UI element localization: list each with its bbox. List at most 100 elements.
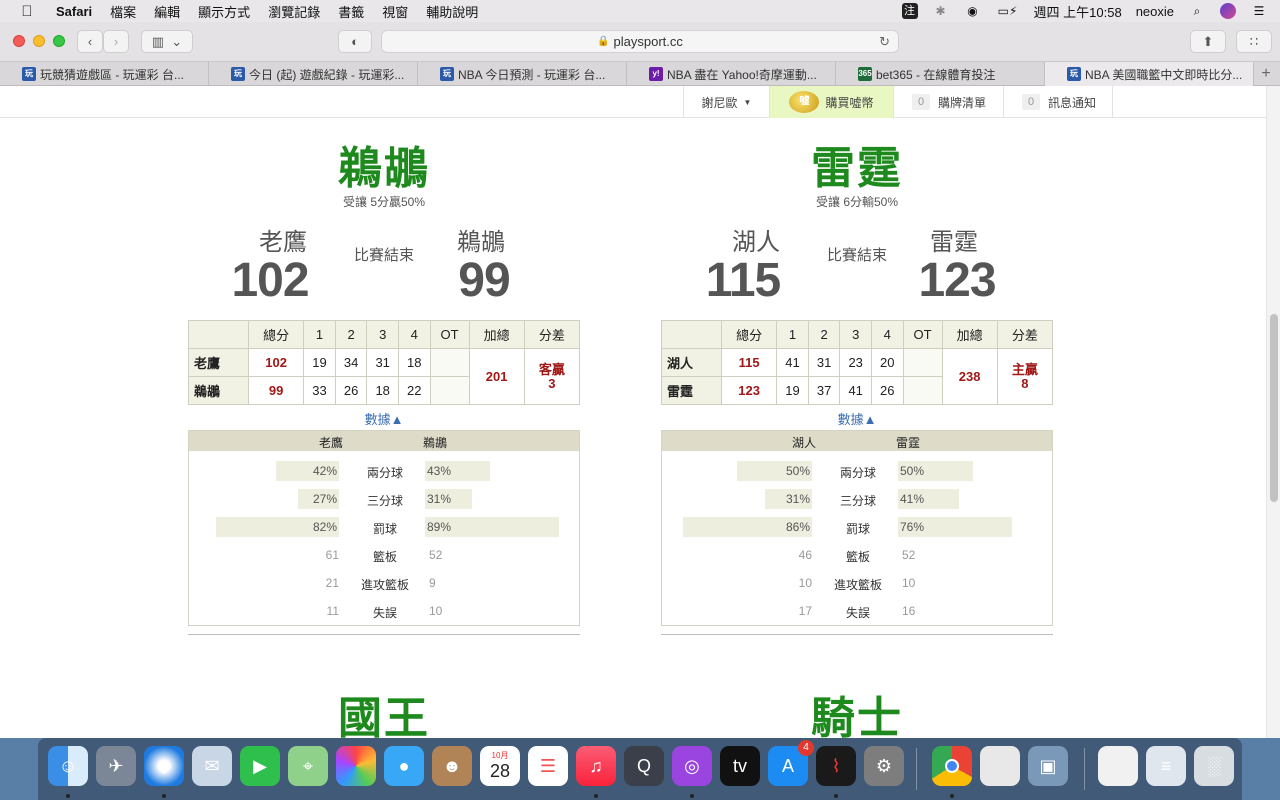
bluetooth-icon[interactable]: ✱ (932, 4, 950, 18)
spotlight-search-icon[interactable]: ⌕ (1188, 4, 1206, 18)
browser-tab[interactable]: 玩 NBA 美國職籃中文即時比分... (1045, 62, 1254, 86)
document-icon[interactable] (980, 746, 1020, 786)
table-corner (661, 320, 722, 349)
minimize-window-button[interactable] (33, 35, 45, 47)
notice-label: 訊息通知 (1048, 95, 1097, 110)
close-window-button[interactable] (13, 35, 25, 47)
battery-icon[interactable]: ▭⚡ (996, 4, 1020, 18)
menu-app-name[interactable]: Safari (56, 4, 92, 19)
menu-help[interactable]: 輔助說明 (426, 2, 478, 21)
safari-icon[interactable]: ◈ (144, 746, 184, 786)
finder-window-icon[interactable]: ≡ (1146, 746, 1186, 786)
voicememos-icon[interactable]: ⌇ (816, 746, 856, 786)
tab-overview-button[interactable]: ∷ (1236, 30, 1272, 53)
home-score: 99 (458, 254, 510, 307)
calendar-icon[interactable]: 10月 28 (480, 746, 520, 786)
menu-window[interactable]: 視窗 (382, 2, 408, 21)
quarter-score: 19 (776, 376, 809, 405)
forward-button[interactable]: › (103, 30, 129, 53)
away-stat-value: 27% (298, 489, 339, 509)
home-stat-value: 43% (425, 461, 490, 481)
menubar-user[interactable]: neoxie (1136, 4, 1174, 19)
siri-icon[interactable] (1220, 3, 1236, 19)
table-row: 老鷹 102 19 34 31 18 201 客贏 3 (188, 348, 581, 405)
away-stat-value: 61 (325, 548, 339, 562)
system-preferences-icon[interactable]: ⚙ (864, 746, 904, 786)
podcasts-icon[interactable]: ◎ (672, 746, 712, 786)
scrollbar-thumb[interactable] (1270, 314, 1278, 502)
user-name: 謝尼歐 (701, 95, 738, 110)
away-stat-value: 82% (216, 517, 339, 537)
finder-icon[interactable]: ☺ (48, 746, 88, 786)
notification-link[interactable]: 0 訊息通知 (1003, 86, 1113, 118)
user-menu[interactable]: 謝尼歐 ▼ (683, 86, 769, 118)
browser-tab[interactable]: 玩今日 (起) 遊戲紀錄 - 玩運彩... (209, 62, 418, 86)
menu-history[interactable]: 瀏覽記錄 (268, 2, 320, 21)
browser-tab[interactable]: 玩 NBA 今日預測 - 玩運彩 台... (418, 62, 627, 86)
address-bar[interactable]: 🔒 playsport.cc ↻ (381, 30, 899, 53)
running-indicator (950, 794, 954, 798)
reload-icon[interactable]: ↻ (879, 34, 890, 50)
file-icon[interactable] (1098, 746, 1138, 786)
trash-icon[interactable]: ░ (1194, 746, 1234, 786)
new-tab-button[interactable]: + (1254, 62, 1278, 86)
facetime-icon[interactable]: ▶ (240, 746, 280, 786)
launchpad-icon[interactable]: ✈ (96, 746, 136, 786)
back-button[interactable]: ‹ (77, 30, 103, 53)
table-header: 3 (839, 320, 872, 349)
browser-tab[interactable]: y! NBA 盡在 Yahoo!奇摩運動... (627, 62, 836, 86)
chrome-icon[interactable] (932, 746, 972, 786)
table-header: 1 (303, 320, 336, 349)
away-stat-value: 50% (737, 461, 812, 481)
sidebar-button[interactable]: ▥ ⌄ (141, 30, 193, 53)
next-game-title: 國王 (338, 694, 430, 738)
row-total: 123 (720, 376, 778, 405)
game-subtitle: 受讓 5分贏50% (342, 195, 426, 209)
menu-file[interactable]: 檔案 (110, 2, 136, 21)
notification-center-icon[interactable]: ☰ (1250, 4, 1268, 18)
page-scrollbar[interactable] (1266, 86, 1280, 738)
photos-icon[interactable] (336, 746, 376, 786)
menu-edit[interactable]: 編輯 (154, 2, 180, 21)
window-controls (13, 35, 65, 47)
zoom-window-button[interactable] (53, 35, 65, 47)
ot-score (429, 376, 470, 405)
browser-tab[interactable]: 365 bet365 - 在線體育投注 (836, 62, 1045, 86)
buy-coin-button[interactable]: 噓 購買噓幣 (769, 86, 893, 118)
home-stat-value: 41% (898, 489, 959, 509)
table-header: 加總 (468, 320, 525, 349)
diff-label: 主贏 (1011, 361, 1038, 377)
home-stat-value: 76% (898, 517, 1012, 537)
contacts-icon[interactable]: ☻ (432, 746, 472, 786)
row-team-name: 老鷹 (188, 348, 249, 377)
browser-tab[interactable]: 玩玩競猜遊戲區 - 玩運彩 台... (0, 62, 209, 86)
table-header: 2 (807, 320, 841, 349)
menubar-clock[interactable]: 週四 上午10:58 (1034, 2, 1122, 21)
menu-bookmarks[interactable]: 書籤 (338, 2, 364, 21)
appstore-icon[interactable]: A4 (768, 740, 814, 786)
browser-toolbar: ‹ › ▥ ⌄ ◐ 🔒 playsport.cc ↻ ⬆ ∷ (0, 22, 1280, 62)
maps-icon[interactable]: ⌖ (288, 746, 328, 786)
tab-title: NBA 今日預測 - 玩運彩 台... (458, 67, 606, 82)
input-method-icon[interactable]: 注 (901, 3, 918, 19)
image-viewer-icon[interactable]: ▣ (1028, 746, 1068, 786)
privacy-report-button[interactable]: ◐ (338, 30, 372, 53)
messages-icon[interactable]: ● (384, 746, 424, 786)
tab-bar: 玩玩競猜遊戲區 - 玩運彩 台... 玩今日 (起) 遊戲紀錄 - 玩運彩... 玩… (0, 62, 1280, 86)
preview-icon[interactable]: ✉ (192, 746, 232, 786)
stats-toggle-link[interactable]: 數據▲ (188, 409, 580, 428)
music-icon[interactable]: ♫ (576, 746, 616, 786)
share-button[interactable]: ⬆ (1190, 30, 1226, 53)
quicktime-icon[interactable]: Q (624, 746, 664, 786)
reminders-icon[interactable]: ☰ (528, 746, 568, 786)
row-total: 115 (720, 348, 778, 377)
stats-toggle-link[interactable]: 數據▲ (661, 409, 1053, 428)
cart-list-link[interactable]: 0 購牌清單 (893, 86, 1003, 118)
apple-icon[interactable]:  (16, 3, 38, 20)
wifi-icon[interactable]: ◉ (964, 4, 982, 18)
away-stat-value: 46 (798, 548, 812, 562)
home-stat-value: 31% (425, 489, 472, 509)
tv-icon[interactable]: tv (720, 746, 760, 786)
menu-view[interactable]: 顯示方式 (198, 2, 250, 21)
quarter-score: 19 (303, 348, 336, 377)
